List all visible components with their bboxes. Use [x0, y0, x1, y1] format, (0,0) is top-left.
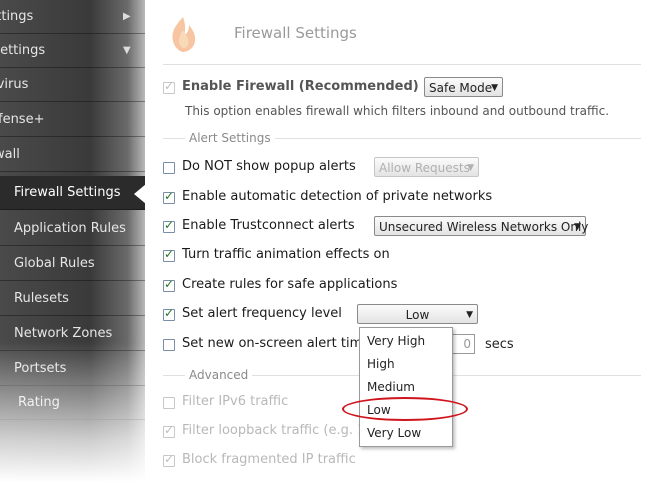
sidebar-item-rulesets[interactable]: Rulesets	[0, 282, 150, 316]
popup-response-select[interactable]: Allow Requests ▼	[374, 157, 479, 177]
sidebar-item-antivirus[interactable]: tivirus	[0, 68, 150, 102]
page-title: Firewall Settings	[234, 24, 357, 42]
alert-frequency-select[interactable]: Low ▼	[357, 304, 478, 324]
sidebar-item-firewall[interactable]: ewall	[0, 138, 150, 172]
popup-response-value: Allow Requests	[379, 161, 470, 175]
frequency-option-very-low[interactable]: Very Low	[360, 422, 452, 444]
alert-section-label: Alert Settings	[185, 131, 275, 145]
sidebar-item-label: y Settings	[0, 43, 46, 58]
advanced-label: Filter IPv6 traffic	[182, 394, 289, 409]
trustconnect-checkbox[interactable]	[163, 218, 175, 233]
sidebar-item-label: tivirus	[0, 77, 29, 92]
block-fragmented-checkbox[interactable]	[163, 452, 175, 467]
alert-timeout-value: 0	[463, 337, 471, 351]
option-label: Set alert frequency level	[182, 306, 342, 321]
enable-firewall-label: Enable Firewall (Recommended)	[182, 79, 419, 94]
active-item-pointer	[134, 184, 146, 204]
sidebar-item-settings[interactable]: Settings ▶	[0, 0, 150, 34]
alert-frequency-dropdown-list: Very High High Medium Low Very Low	[359, 327, 453, 447]
dropdown-caret-icon: ▼	[467, 163, 474, 173]
sidebar-item-label: ewall	[0, 147, 20, 162]
dropdown-caret-icon: ▼	[491, 83, 498, 93]
sidebar-item-label: efense+	[0, 112, 45, 127]
advanced-label: Filter loopback traffic (e.g. 1	[182, 423, 366, 438]
advanced-label: Block fragmented IP traffic	[182, 452, 356, 467]
option-label: Turn traffic animation effects on	[182, 247, 390, 262]
title-divider	[163, 64, 641, 65]
option-label: Medium	[367, 380, 415, 394]
dropdown-caret-icon: ▼	[466, 310, 473, 320]
sidebar-item-label: Rulesets	[14, 291, 69, 306]
sidebar-item-global-rules[interactable]: Global Rules	[0, 247, 150, 281]
sidebar: Settings ▶ y Settings ▼ tivirus efense+ …	[0, 0, 150, 482]
chevron-right-icon: ▶	[123, 11, 131, 22]
sidebar-item-label: Global Rules	[14, 256, 95, 271]
option-label: High	[367, 357, 395, 371]
firewall-mode-value: Safe Mode	[429, 81, 493, 95]
frequency-option-high[interactable]: High	[360, 353, 452, 375]
alert-timeout-unit: secs	[485, 337, 514, 352]
option-label: Do NOT show popup alerts	[182, 159, 356, 174]
firewall-mode-select[interactable]: Safe Mode ▼	[424, 77, 503, 97]
sidebar-item-application-rules[interactable]: Application Rules	[0, 212, 150, 246]
filter-ipv6-checkbox[interactable]	[163, 397, 175, 409]
main-panel: Firewall Settings Enable Firewall (Recom…	[145, 0, 667, 482]
trustconnect-value: Unsecured Wireless Networks Only	[379, 220, 589, 234]
sidebar-item-label: Firewall Settings	[14, 185, 121, 200]
sidebar-item-label: Portsets	[14, 361, 67, 376]
filter-loopback-checkbox[interactable]	[163, 423, 175, 438]
sidebar-item-label: Rating	[18, 395, 60, 410]
dropdown-caret-icon: ▼	[574, 222, 581, 232]
sidebar-item-label: Network Zones	[14, 326, 113, 341]
sidebar-item-portsets[interactable]: Portsets	[0, 352, 150, 386]
sidebar-item-security-settings[interactable]: y Settings ▼	[0, 34, 150, 68]
alert-frequency-value: Low	[405, 308, 430, 322]
flame-icon	[172, 17, 196, 52]
highlight-ring	[342, 397, 468, 421]
option-label: Very High	[367, 334, 426, 348]
no-popup-alerts-checkbox[interactable]	[163, 162, 175, 174]
sidebar-item-firewall-settings[interactable]: Firewall Settings	[0, 176, 150, 210]
chevron-down-icon: ▼	[123, 45, 131, 56]
frequency-option-medium[interactable]: Medium	[360, 376, 452, 398]
enable-firewall-checkbox[interactable]	[163, 79, 175, 94]
frequency-option-very-high[interactable]: Very High	[360, 330, 452, 352]
alert-frequency-checkbox[interactable]	[163, 306, 175, 321]
sidebar-item-rating[interactable]: Rating	[0, 386, 150, 420]
safe-app-rules-checkbox[interactable]	[163, 277, 175, 292]
sidebar-item-label: Settings	[0, 9, 34, 24]
option-label: Very Low	[367, 426, 422, 440]
option-label: Enable Trustconnect alerts	[182, 218, 355, 233]
option-label: Set new on-screen alert time	[182, 336, 371, 351]
sidebar-item-defense[interactable]: efense+	[0, 103, 150, 137]
firewall-description: This option enables firewall which filte…	[185, 104, 610, 118]
trustconnect-select[interactable]: Unsecured Wireless Networks Only ▼	[374, 216, 589, 236]
traffic-animation-checkbox[interactable]	[163, 247, 175, 262]
sidebar-item-network-zones[interactable]: Network Zones	[0, 317, 150, 351]
option-label: Enable automatic detection of private ne…	[182, 189, 493, 204]
option-label: Create rules for safe applications	[182, 277, 398, 292]
private-networks-checkbox[interactable]	[163, 189, 175, 204]
advanced-section-label: Advanced	[185, 368, 253, 382]
alert-timeout-checkbox[interactable]	[163, 339, 175, 351]
sidebar-item-label: Application Rules	[14, 221, 126, 236]
